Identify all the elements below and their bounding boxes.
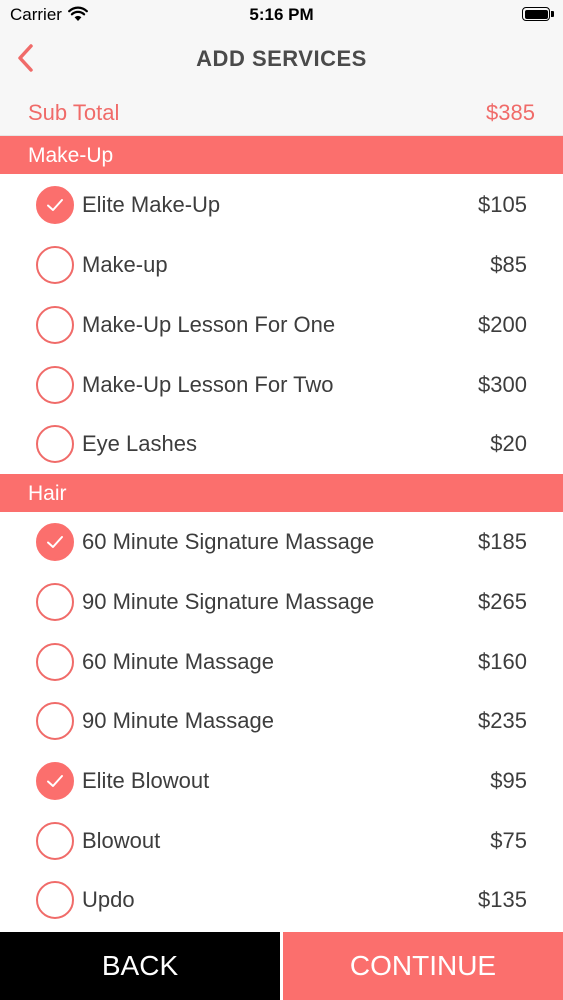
continue-button[interactable]: CONTINUE: [283, 932, 563, 1000]
subtotal-label: Sub Total: [28, 100, 120, 125]
service-name: Make-Up Lesson For Two: [82, 372, 334, 397]
checkmark-icon: [47, 199, 63, 211]
checkbox[interactable]: [36, 366, 74, 404]
service-name: Updo: [82, 887, 135, 912]
checkbox[interactable]: [36, 881, 74, 919]
checkbox[interactable]: [36, 762, 74, 800]
service-row[interactable]: Updo $135: [0, 870, 563, 930]
service-price: $75: [490, 828, 527, 853]
checkbox[interactable]: [36, 702, 74, 740]
service-row[interactable]: 60 Minute Signature Massage $185: [0, 512, 563, 572]
service-row[interactable]: Elite Blowout $95: [0, 751, 563, 811]
checkbox[interactable]: [36, 822, 74, 860]
service-price: $135: [478, 887, 527, 912]
service-price: $235: [478, 708, 527, 733]
service-price: $105: [478, 192, 527, 217]
back-button[interactable]: BACK: [0, 932, 280, 1000]
service-name: 60 Minute Signature Massage: [82, 529, 375, 554]
section-title: Make-Up: [28, 144, 114, 167]
service-name: Make-Up Lesson For One: [82, 312, 336, 337]
service-name: 90 Minute Massage: [82, 708, 274, 733]
service-row[interactable]: Make-up $85: [0, 235, 563, 295]
subtotal-value: $385: [486, 100, 535, 125]
service-row[interactable]: 90 Minute Massage $235: [0, 691, 563, 751]
service-price: $265: [478, 589, 527, 614]
service-price: $300: [478, 372, 527, 397]
checkmark-icon: [47, 775, 63, 787]
section-header-hair: Hair: [0, 474, 563, 512]
section-title: Hair: [28, 482, 67, 505]
service-row[interactable]: 60 Minute Massage $160: [0, 632, 563, 692]
checkbox[interactable]: [36, 186, 74, 224]
page-title: ADD SERVICES: [196, 46, 367, 71]
status-bar: Carrier 5:16 PM: [0, 0, 563, 32]
checkbox[interactable]: [36, 523, 74, 561]
service-row[interactable]: Make-Up Lesson For Two $300: [0, 355, 563, 415]
service-price: $85: [490, 252, 527, 277]
service-price: $160: [478, 649, 527, 674]
service-row[interactable]: Blowout $75: [0, 811, 563, 871]
checkbox[interactable]: [36, 246, 74, 284]
service-price: $95: [490, 768, 527, 793]
service-price: $200: [478, 312, 527, 337]
checkbox[interactable]: [36, 306, 74, 344]
battery-tip: [551, 11, 554, 17]
service-row[interactable]: Elite Make-Up $105: [0, 175, 563, 235]
service-name: Make-up: [82, 252, 168, 277]
service-name: Eye Lashes: [82, 431, 197, 456]
service-name: Elite Blowout: [82, 768, 210, 793]
service-name: 60 Minute Massage: [82, 649, 274, 674]
service-row[interactable]: Make-Up Lesson For One $200: [0, 295, 563, 355]
section-header-makeup: Make-Up: [0, 136, 563, 174]
checkbox[interactable]: [36, 643, 74, 681]
checkbox[interactable]: [36, 425, 74, 463]
battery-icon: [522, 7, 550, 21]
clock: 5:16 PM: [249, 5, 314, 24]
service-name: Blowout: [82, 828, 161, 853]
service-price: $185: [478, 529, 527, 554]
checkmark-icon: [47, 536, 63, 548]
service-name: 90 Minute Signature Massage: [82, 589, 375, 614]
service-row[interactable]: 90 Minute Signature Massage $265: [0, 572, 563, 632]
service-row[interactable]: Eye Lashes $20: [0, 414, 563, 474]
service-name: Elite Make-Up: [82, 192, 221, 217]
service-price: $20: [490, 431, 527, 456]
nav-bar: ADD SERVICES: [0, 32, 563, 88]
subtotal-bar: Sub Total $385: [0, 88, 563, 136]
checkbox[interactable]: [36, 583, 74, 621]
